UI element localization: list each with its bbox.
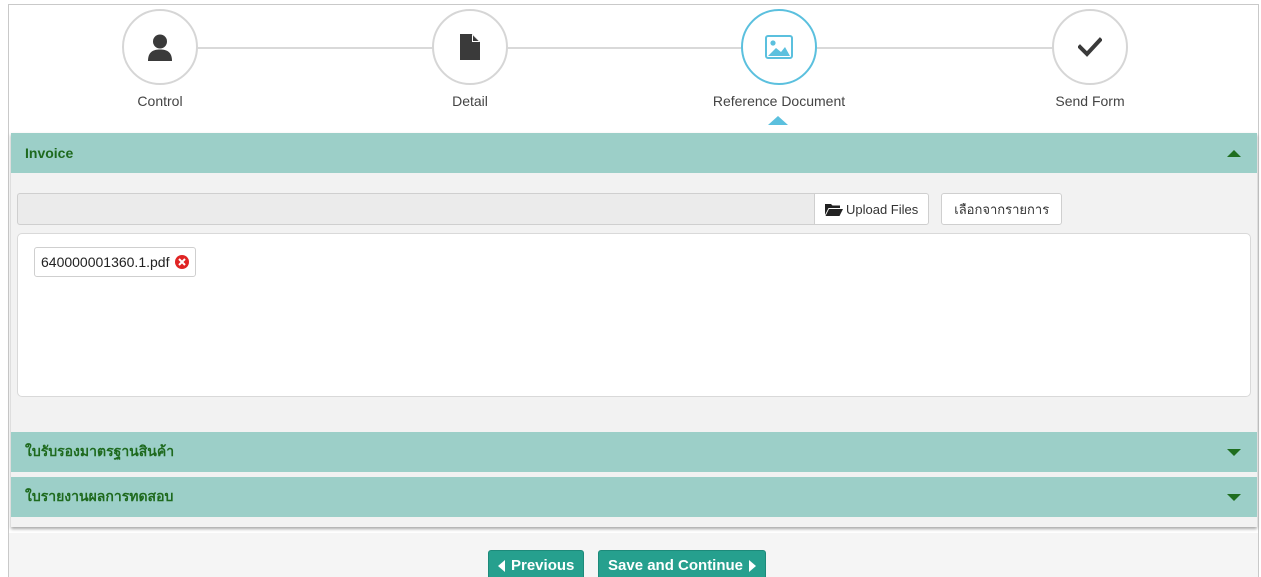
section-header-invoice[interactable]: Invoice (11, 133, 1257, 173)
step-circle (741, 9, 817, 85)
file-name: 640000001360.1.pdf (41, 254, 170, 270)
caret-left-icon (498, 559, 505, 572)
save-and-continue-label: Save and Continue (608, 557, 744, 574)
section-header-test-report[interactable]: ใบรายงานผลการทดสอบ (11, 477, 1257, 517)
step-label: Reference Document (712, 93, 846, 109)
expand-arrow-icon[interactable] (1227, 493, 1241, 501)
image-icon (765, 35, 793, 59)
folder-open-icon (825, 203, 843, 216)
step-circle (432, 9, 508, 85)
section-title: ใบรายงานผลการทดสอบ (25, 488, 174, 504)
previous-button[interactable]: Previous (488, 550, 585, 577)
upload-files-button[interactable]: Upload Files (814, 193, 930, 225)
reference-documents-panel: Invoice Upload Files เลือกจากรายการ 6400… (11, 133, 1257, 527)
footer-nav: Previous Save and Continue (9, 533, 1258, 577)
save-and-continue-button[interactable]: Save and Continue (598, 550, 767, 577)
step-send-form[interactable]: Send Form (990, 9, 1190, 109)
upload-row: Upload Files เลือกจากรายการ (17, 193, 1063, 225)
page-frame: Control Detail Reference Document Send F… (8, 4, 1259, 577)
checkmark-icon (1078, 37, 1102, 57)
active-step-caret-icon (768, 116, 788, 125)
remove-file-icon[interactable] (175, 255, 190, 269)
step-label: Send Form (1055, 93, 1125, 109)
collapse-arrow-icon[interactable] (1227, 149, 1241, 157)
upload-files-label: Upload Files (846, 201, 919, 217)
document-icon (460, 34, 480, 60)
previous-label: Previous (511, 557, 575, 574)
step-label: Control (137, 93, 183, 109)
step-detail[interactable]: Detail (370, 9, 570, 109)
expand-arrow-icon[interactable] (1227, 448, 1241, 456)
step-label: Detail (452, 93, 488, 109)
section-title: ใบรับรองมาตรฐานสินค้า (25, 443, 175, 459)
step-circle (122, 9, 198, 85)
caret-right-icon (749, 559, 757, 572)
uploaded-files-list: 640000001360.1.pdf (17, 233, 1251, 397)
step-circle (1052, 9, 1128, 85)
file-path-input[interactable] (17, 193, 814, 225)
step-control[interactable]: Control (60, 9, 260, 109)
section-title: Invoice (25, 145, 74, 161)
file-item[interactable]: 640000001360.1.pdf (34, 247, 197, 277)
step-reference-document[interactable]: Reference Document (679, 9, 879, 109)
wizard-connector-line (169, 47, 1099, 49)
wizard-steps: Control Detail Reference Document Send F… (9, 5, 1258, 125)
select-from-list-button[interactable]: เลือกจากรายการ (941, 193, 1063, 225)
user-icon (148, 34, 172, 61)
section-header-product-standard-certificate[interactable]: ใบรับรองมาตรฐานสินค้า (11, 432, 1257, 472)
